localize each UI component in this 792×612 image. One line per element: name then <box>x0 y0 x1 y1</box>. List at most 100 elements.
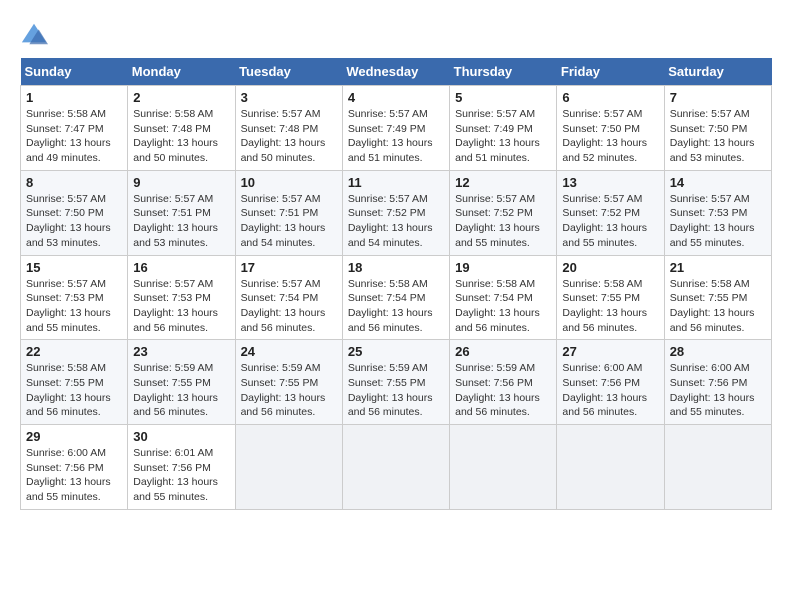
day-number: 22 <box>26 344 122 359</box>
day-cell-17: 17 Sunrise: 5:57 AM Sunset: 7:54 PM Dayl… <box>235 255 342 340</box>
day-info: Sunrise: 5:57 AM Sunset: 7:49 PM Dayligh… <box>348 107 444 166</box>
day-number: 23 <box>133 344 229 359</box>
day-number: 27 <box>562 344 658 359</box>
day-info: Sunrise: 5:57 AM Sunset: 7:48 PM Dayligh… <box>241 107 337 166</box>
weekday-header-row: SundayMondayTuesdayWednesdayThursdayFrid… <box>21 58 772 86</box>
day-number: 12 <box>455 175 551 190</box>
day-info: Sunrise: 5:58 AM Sunset: 7:54 PM Dayligh… <box>348 277 444 336</box>
day-info: Sunrise: 6:00 AM Sunset: 7:56 PM Dayligh… <box>26 446 122 505</box>
day-cell-23: 23 Sunrise: 5:59 AM Sunset: 7:55 PM Dayl… <box>128 340 235 425</box>
calendar-table: SundayMondayTuesdayWednesdayThursdayFrid… <box>20 58 772 510</box>
day-number: 11 <box>348 175 444 190</box>
day-info: Sunrise: 5:58 AM Sunset: 7:55 PM Dayligh… <box>562 277 658 336</box>
day-number: 20 <box>562 260 658 275</box>
day-cell-10: 10 Sunrise: 5:57 AM Sunset: 7:51 PM Dayl… <box>235 170 342 255</box>
day-cell-29: 29 Sunrise: 6:00 AM Sunset: 7:56 PM Dayl… <box>21 425 128 510</box>
day-cell-22: 22 Sunrise: 5:58 AM Sunset: 7:55 PM Dayl… <box>21 340 128 425</box>
calendar-row: 1 Sunrise: 5:58 AM Sunset: 7:47 PM Dayli… <box>21 86 772 171</box>
day-number: 5 <box>455 90 551 105</box>
day-number: 19 <box>455 260 551 275</box>
day-cell-1: 1 Sunrise: 5:58 AM Sunset: 7:47 PM Dayli… <box>21 86 128 171</box>
day-cell-18: 18 Sunrise: 5:58 AM Sunset: 7:54 PM Dayl… <box>342 255 449 340</box>
weekday-header-sunday: Sunday <box>21 58 128 86</box>
day-number: 15 <box>26 260 122 275</box>
day-info: Sunrise: 6:00 AM Sunset: 7:56 PM Dayligh… <box>562 361 658 420</box>
header <box>20 20 772 48</box>
day-cell-3: 3 Sunrise: 5:57 AM Sunset: 7:48 PM Dayli… <box>235 86 342 171</box>
day-number: 28 <box>670 344 766 359</box>
day-info: Sunrise: 5:57 AM Sunset: 7:53 PM Dayligh… <box>670 192 766 251</box>
day-cell-21: 21 Sunrise: 5:58 AM Sunset: 7:55 PM Dayl… <box>664 255 771 340</box>
day-number: 10 <box>241 175 337 190</box>
day-number: 26 <box>455 344 551 359</box>
day-cell-11: 11 Sunrise: 5:57 AM Sunset: 7:52 PM Dayl… <box>342 170 449 255</box>
day-info: Sunrise: 5:57 AM Sunset: 7:53 PM Dayligh… <box>133 277 229 336</box>
day-info: Sunrise: 5:57 AM Sunset: 7:51 PM Dayligh… <box>133 192 229 251</box>
day-number: 25 <box>348 344 444 359</box>
weekday-header-friday: Friday <box>557 58 664 86</box>
day-cell-4: 4 Sunrise: 5:57 AM Sunset: 7:49 PM Dayli… <box>342 86 449 171</box>
day-cell-20: 20 Sunrise: 5:58 AM Sunset: 7:55 PM Dayl… <box>557 255 664 340</box>
weekday-header-monday: Monday <box>128 58 235 86</box>
day-cell-16: 16 Sunrise: 5:57 AM Sunset: 7:53 PM Dayl… <box>128 255 235 340</box>
day-number: 9 <box>133 175 229 190</box>
day-cell-8: 8 Sunrise: 5:57 AM Sunset: 7:50 PM Dayli… <box>21 170 128 255</box>
day-cell-15: 15 Sunrise: 5:57 AM Sunset: 7:53 PM Dayl… <box>21 255 128 340</box>
calendar-row: 8 Sunrise: 5:57 AM Sunset: 7:50 PM Dayli… <box>21 170 772 255</box>
day-number: 13 <box>562 175 658 190</box>
day-number: 2 <box>133 90 229 105</box>
weekday-header-wednesday: Wednesday <box>342 58 449 86</box>
day-info: Sunrise: 5:58 AM Sunset: 7:54 PM Dayligh… <box>455 277 551 336</box>
day-cell-7: 7 Sunrise: 5:57 AM Sunset: 7:50 PM Dayli… <box>664 86 771 171</box>
weekday-header-thursday: Thursday <box>450 58 557 86</box>
day-info: Sunrise: 6:00 AM Sunset: 7:56 PM Dayligh… <box>670 361 766 420</box>
day-cell-19: 19 Sunrise: 5:58 AM Sunset: 7:54 PM Dayl… <box>450 255 557 340</box>
day-number: 8 <box>26 175 122 190</box>
day-info: Sunrise: 5:57 AM Sunset: 7:50 PM Dayligh… <box>26 192 122 251</box>
day-number: 14 <box>670 175 766 190</box>
logo-icon <box>20 20 48 48</box>
day-cell-13: 13 Sunrise: 5:57 AM Sunset: 7:52 PM Dayl… <box>557 170 664 255</box>
day-cell-25: 25 Sunrise: 5:59 AM Sunset: 7:55 PM Dayl… <box>342 340 449 425</box>
day-number: 4 <box>348 90 444 105</box>
day-cell-5: 5 Sunrise: 5:57 AM Sunset: 7:49 PM Dayli… <box>450 86 557 171</box>
day-cell-12: 12 Sunrise: 5:57 AM Sunset: 7:52 PM Dayl… <box>450 170 557 255</box>
calendar-row: 15 Sunrise: 5:57 AM Sunset: 7:53 PM Dayl… <box>21 255 772 340</box>
day-info: Sunrise: 6:01 AM Sunset: 7:56 PM Dayligh… <box>133 446 229 505</box>
logo <box>20 20 52 48</box>
calendar-row: 22 Sunrise: 5:58 AM Sunset: 7:55 PM Dayl… <box>21 340 772 425</box>
day-info: Sunrise: 5:58 AM Sunset: 7:55 PM Dayligh… <box>26 361 122 420</box>
calendar-row: 29 Sunrise: 6:00 AM Sunset: 7:56 PM Dayl… <box>21 425 772 510</box>
day-cell-27: 27 Sunrise: 6:00 AM Sunset: 7:56 PM Dayl… <box>557 340 664 425</box>
day-number: 6 <box>562 90 658 105</box>
day-info: Sunrise: 5:57 AM Sunset: 7:52 PM Dayligh… <box>455 192 551 251</box>
day-number: 29 <box>26 429 122 444</box>
empty-day-cell <box>557 425 664 510</box>
day-cell-26: 26 Sunrise: 5:59 AM Sunset: 7:56 PM Dayl… <box>450 340 557 425</box>
day-info: Sunrise: 5:57 AM Sunset: 7:52 PM Dayligh… <box>562 192 658 251</box>
day-cell-2: 2 Sunrise: 5:58 AM Sunset: 7:48 PM Dayli… <box>128 86 235 171</box>
day-cell-14: 14 Sunrise: 5:57 AM Sunset: 7:53 PM Dayl… <box>664 170 771 255</box>
day-number: 16 <box>133 260 229 275</box>
day-number: 18 <box>348 260 444 275</box>
day-info: Sunrise: 5:57 AM Sunset: 7:52 PM Dayligh… <box>348 192 444 251</box>
day-cell-6: 6 Sunrise: 5:57 AM Sunset: 7:50 PM Dayli… <box>557 86 664 171</box>
day-info: Sunrise: 5:58 AM Sunset: 7:47 PM Dayligh… <box>26 107 122 166</box>
day-number: 17 <box>241 260 337 275</box>
day-number: 7 <box>670 90 766 105</box>
day-cell-24: 24 Sunrise: 5:59 AM Sunset: 7:55 PM Dayl… <box>235 340 342 425</box>
weekday-header-saturday: Saturday <box>664 58 771 86</box>
day-cell-30: 30 Sunrise: 6:01 AM Sunset: 7:56 PM Dayl… <box>128 425 235 510</box>
day-info: Sunrise: 5:57 AM Sunset: 7:50 PM Dayligh… <box>562 107 658 166</box>
day-info: Sunrise: 5:57 AM Sunset: 7:51 PM Dayligh… <box>241 192 337 251</box>
empty-day-cell <box>342 425 449 510</box>
day-number: 24 <box>241 344 337 359</box>
day-number: 3 <box>241 90 337 105</box>
day-info: Sunrise: 5:58 AM Sunset: 7:48 PM Dayligh… <box>133 107 229 166</box>
day-cell-28: 28 Sunrise: 6:00 AM Sunset: 7:56 PM Dayl… <box>664 340 771 425</box>
day-number: 1 <box>26 90 122 105</box>
day-info: Sunrise: 5:57 AM Sunset: 7:50 PM Dayligh… <box>670 107 766 166</box>
day-info: Sunrise: 5:57 AM Sunset: 7:53 PM Dayligh… <box>26 277 122 336</box>
day-info: Sunrise: 5:58 AM Sunset: 7:55 PM Dayligh… <box>670 277 766 336</box>
empty-day-cell <box>235 425 342 510</box>
